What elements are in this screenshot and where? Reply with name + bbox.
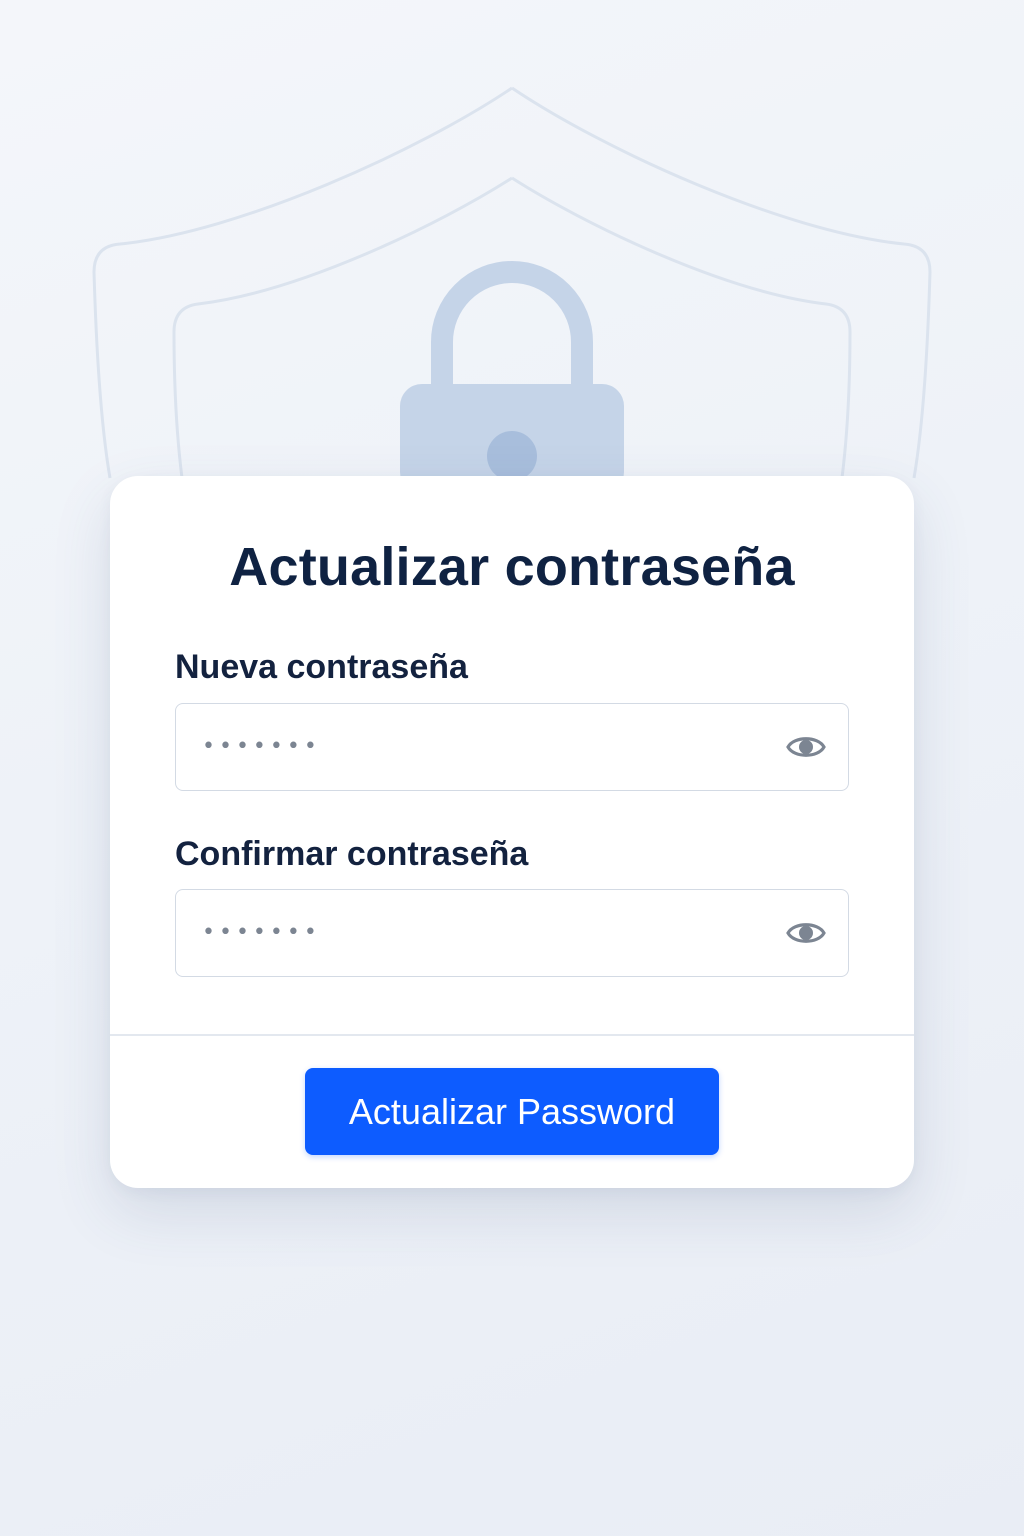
page-title: Actualizar contraseña (229, 537, 795, 597)
confirm-password-input[interactable] (202, 890, 762, 975)
eye-icon[interactable] (786, 916, 826, 950)
eye-icon[interactable] (786, 730, 826, 764)
confirm-password-field[interactable] (175, 889, 849, 977)
padlock-icon (400, 261, 624, 494)
new-password-label: Nueva contraseña (175, 648, 468, 686)
update-password-card: Actualizar contraseña Nueva contraseña C… (110, 476, 914, 1188)
update-password-button[interactable]: Actualizar Password (305, 1068, 719, 1155)
new-password-input[interactable] (202, 704, 762, 789)
new-password-field[interactable] (175, 703, 849, 791)
confirm-password-label: Confirmar contraseña (175, 835, 529, 873)
card-divider (110, 1034, 914, 1036)
